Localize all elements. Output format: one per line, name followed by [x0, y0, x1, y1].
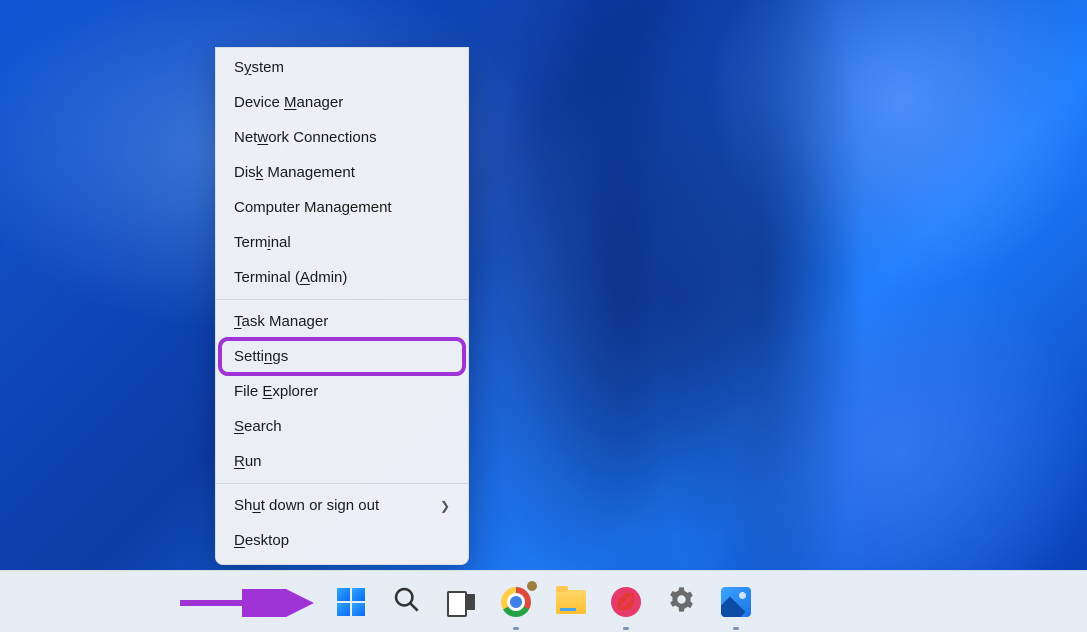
lips-app-button[interactable]: 💋	[608, 583, 645, 620]
winx-context-menu: System Device Manager Network Connection…	[215, 47, 469, 565]
profile-badge-icon	[525, 579, 539, 593]
menu-item-file-explorer[interactable]: File Explorer	[216, 374, 468, 409]
file-explorer-button[interactable]	[553, 583, 590, 620]
menu-item-desktop[interactable]: Desktop	[216, 523, 468, 558]
menu-item-disk-management[interactable]: Disk Management	[216, 155, 468, 190]
menu-item-run[interactable]: Run	[216, 444, 468, 479]
menu-item-settings[interactable]: Settings	[220, 339, 464, 374]
task-view-icon	[447, 591, 475, 613]
menu-separator	[216, 483, 468, 484]
search-icon	[392, 585, 420, 618]
menu-item-task-manager[interactable]: Task Manager	[216, 304, 468, 339]
menu-item-device-manager[interactable]: Device Manager	[216, 85, 468, 120]
running-indicator	[733, 627, 739, 630]
gear-icon	[667, 585, 696, 619]
photos-icon	[721, 587, 751, 617]
running-indicator	[623, 627, 629, 630]
menu-separator	[216, 299, 468, 300]
start-button[interactable]	[333, 583, 370, 620]
desktop-wallpaper	[0, 0, 1087, 570]
menu-item-search[interactable]: Search	[216, 409, 468, 444]
folder-icon	[556, 590, 586, 614]
running-indicator	[513, 627, 519, 630]
chevron-right-icon: ❯	[440, 499, 450, 513]
taskbar: 💋	[0, 570, 1087, 632]
search-button[interactable]	[388, 583, 425, 620]
menu-item-computer-management[interactable]: Computer Management	[216, 190, 468, 225]
menu-item-terminal[interactable]: Terminal	[216, 225, 468, 260]
chrome-button[interactable]	[498, 583, 535, 620]
lips-icon: 💋	[611, 587, 641, 617]
menu-item-shutdown-signout[interactable]: Shut down or sign out ❯	[216, 488, 468, 523]
task-view-button[interactable]	[443, 583, 480, 620]
menu-item-network-connections[interactable]: Network Connections	[216, 120, 468, 155]
menu-item-system[interactable]: System	[216, 50, 468, 85]
menu-item-terminal-admin[interactable]: Terminal (Admin)	[216, 260, 468, 295]
settings-button[interactable]	[663, 583, 700, 620]
windows-icon	[337, 588, 365, 616]
photos-button[interactable]	[718, 583, 755, 620]
